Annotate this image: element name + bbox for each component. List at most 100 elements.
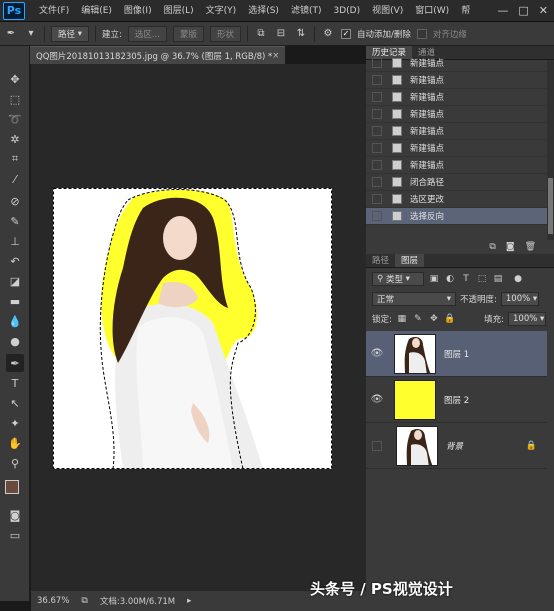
layer-filter-select[interactable]: ⚲ 类型 ▾ [372, 272, 424, 286]
eraser-tool-icon[interactable]: ◪ [6, 272, 24, 290]
menu-select[interactable]: 选择(S) [242, 0, 285, 22]
marquee-tool-icon[interactable]: ⬚ [6, 90, 24, 108]
history-item[interactable]: 新建锚点 [366, 157, 547, 174]
history-item[interactable]: 新建锚点 [366, 72, 547, 89]
status-icon[interactable]: ⧉ [81, 596, 87, 606]
blend-mode-select[interactable]: 正常 ▾ [372, 292, 456, 306]
dodge-tool-icon[interactable]: ● [6, 332, 24, 350]
history-scrollbar[interactable] [547, 60, 554, 240]
new-document-from-state-icon[interactable]: ⧉ [489, 242, 495, 252]
history-checkbox[interactable] [372, 126, 382, 136]
history-checkbox[interactable] [372, 143, 382, 153]
history-checkbox[interactable] [372, 75, 382, 85]
layer-row[interactable]: 👁 图层 2 [366, 377, 547, 423]
menu-filter[interactable]: 滤镜(T) [285, 0, 328, 22]
close-button[interactable]: ✕ [539, 4, 548, 17]
image-filter-icon[interactable]: ▣ [428, 273, 440, 285]
path-operations-icon[interactable]: ⧉ [254, 27, 268, 41]
zoom-level[interactable]: 36.67% [37, 596, 69, 606]
healing-brush-tool-icon[interactable]: ⊘ [6, 192, 24, 210]
zoom-tool-icon[interactable]: ⚲ [6, 454, 24, 472]
eye-icon[interactable]: 👁 [370, 348, 384, 359]
brush-tool-icon[interactable]: ✎ [6, 212, 24, 230]
type-tool-icon[interactable]: T [6, 374, 24, 392]
history-checkbox[interactable] [372, 194, 382, 204]
crop-tool-icon[interactable]: ⌗ [6, 150, 24, 168]
auto-add-delete-checkbox[interactable]: ✓ [341, 28, 351, 39]
tab-layers[interactable]: 图层 [395, 254, 425, 267]
history-brush-tool-icon[interactable]: ↶ [6, 252, 24, 270]
close-tab-icon[interactable]: × [272, 51, 279, 61]
document-canvas[interactable] [53, 188, 332, 469]
hand-tool-icon[interactable]: ✋ [6, 434, 24, 452]
screen-mode-icon[interactable]: ▭ [6, 526, 24, 544]
history-item[interactable]: 新建锚点 [366, 123, 547, 140]
layer-row[interactable]: 背景 🔒 [366, 423, 547, 469]
history-checkbox[interactable] [372, 211, 382, 221]
path-selection-tool-icon[interactable]: ↖ [6, 394, 24, 412]
move-tool-icon[interactable]: ✥ [6, 70, 24, 88]
menu-layer[interactable]: 图层(L) [158, 0, 200, 22]
pen-tool-icon[interactable]: ✒ [6, 354, 24, 372]
opacity-input[interactable]: 100% ▾ [500, 292, 539, 306]
make-shape-button[interactable]: 形状 [209, 25, 241, 42]
visibility-toggle[interactable] [372, 440, 382, 451]
lasso-tool-icon[interactable]: ➰ [6, 110, 24, 128]
history-item[interactable]: 新建锚点 [366, 55, 547, 72]
gradient-tool-icon[interactable]: ▬ [6, 292, 24, 310]
layer-name[interactable]: 背景 [446, 440, 463, 452]
layer-name[interactable]: 图层 1 [444, 348, 469, 360]
history-item[interactable]: 新建锚点 [366, 89, 547, 106]
make-mask-button[interactable]: 蒙版 [172, 25, 204, 42]
pen-tool-icon[interactable]: ✒ [4, 27, 18, 41]
minimize-button[interactable]: — [497, 4, 508, 17]
tab-paths[interactable]: 路径 [366, 254, 395, 267]
camera-icon[interactable]: ◙ [506, 242, 515, 252]
scrollbar-thumb[interactable] [548, 178, 553, 234]
history-checkbox[interactable] [372, 92, 382, 102]
document-tab[interactable]: QQ图片20181013182305.jpg @ 36.7% (图层 1, RG… [30, 46, 285, 64]
smart-object-filter-icon[interactable]: ▤ [492, 273, 504, 285]
adjustment-filter-icon[interactable]: ◐ [444, 273, 456, 285]
lock-all-icon[interactable]: 🔒 [444, 313, 456, 325]
lock-pixels-icon[interactable]: ✎ [412, 313, 424, 325]
layer-name[interactable]: 图层 2 [444, 394, 469, 406]
foreground-color-swatch[interactable] [5, 480, 19, 494]
make-selection-button[interactable]: 选区... [127, 25, 167, 42]
align-edges-checkbox[interactable] [416, 28, 427, 39]
menu-view[interactable]: 视图(V) [366, 0, 409, 22]
trash-icon[interactable]: 🗑 [525, 242, 536, 252]
lock-transparent-icon[interactable]: ▦ [396, 313, 408, 325]
path-alignment-icon[interactable]: ⊟ [274, 27, 288, 41]
history-item[interactable]: 新建锚点 [366, 140, 547, 157]
status-arrow-icon[interactable]: ▸ [187, 596, 191, 606]
blur-tool-icon[interactable]: 💧 [6, 312, 24, 330]
history-checkbox[interactable] [372, 58, 382, 68]
menu-help[interactable]: 帮 [455, 0, 476, 22]
path-arrangement-icon[interactable]: ⇅ [294, 27, 308, 41]
layer-row[interactable]: 👁 图层 1 [366, 331, 547, 377]
lock-position-icon[interactable]: ✥ [428, 313, 440, 325]
menu-window[interactable]: 窗口(W) [409, 0, 455, 22]
history-item[interactable]: 选区更改 [366, 191, 547, 208]
eye-icon[interactable]: 👁 [370, 394, 384, 405]
history-checkbox[interactable] [372, 109, 382, 119]
shape-filter-icon[interactable]: ⬚ [476, 273, 488, 285]
type-filter-icon[interactable]: T [460, 273, 472, 285]
fill-input[interactable]: 100% ▾ [508, 312, 546, 326]
eyedropper-tool-icon[interactable]: ⁄ [6, 170, 24, 188]
menu-file[interactable]: 文件(F) [33, 0, 75, 22]
menu-image[interactable]: 图像(I) [118, 0, 158, 22]
history-checkbox[interactable] [372, 177, 382, 187]
menu-3d[interactable]: 3D(D) [327, 0, 366, 22]
menu-type[interactable]: 文字(Y) [200, 0, 243, 22]
history-item[interactable]: 新建锚点 [366, 106, 547, 123]
restore-button[interactable]: □ [518, 4, 528, 17]
quick-mask-icon[interactable]: ◙ [6, 506, 24, 524]
custom-shape-tool-icon[interactable]: ✦ [6, 414, 24, 432]
gear-icon[interactable]: ⚙ [321, 27, 335, 41]
filter-toggle-icon[interactable]: ● [512, 273, 524, 285]
menu-edit[interactable]: 编辑(E) [75, 0, 118, 22]
pen-mode-select[interactable]: 路径 ▾ [51, 25, 89, 42]
history-item-selected[interactable]: 选择反向 [366, 208, 547, 225]
